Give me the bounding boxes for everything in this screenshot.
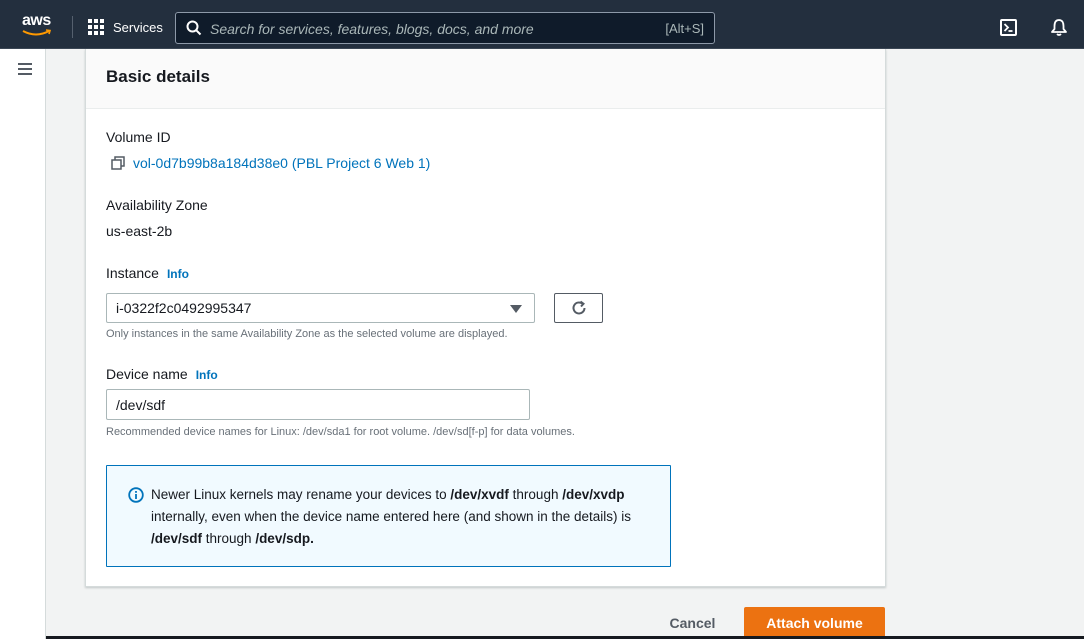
notifications-bell-icon[interactable] bbox=[1050, 18, 1068, 37]
menu-hamburger-icon[interactable] bbox=[18, 63, 32, 75]
nav-divider bbox=[72, 16, 73, 38]
instance-select[interactable]: i-0322f2c0492995347 bbox=[106, 293, 535, 323]
device-name-label-text: Device name bbox=[106, 366, 188, 382]
cancel-button[interactable]: Cancel bbox=[660, 608, 725, 638]
volume-id-link[interactable]: vol-0d7b99b8a184d38e0 (PBL Project 6 Web… bbox=[111, 155, 430, 171]
search-input[interactable] bbox=[210, 19, 650, 39]
copy-icon[interactable] bbox=[111, 156, 125, 170]
device-name-label: Device name Info bbox=[106, 366, 218, 382]
volume-id-value[interactable]: vol-0d7b99b8a184d38e0 (PBL Project 6 Web… bbox=[133, 155, 430, 171]
basic-details-container: Basic details Volume ID vol-0d7b99b8a184… bbox=[85, 49, 886, 587]
alert-message: Newer Linux kernels may rename your devi… bbox=[151, 487, 632, 546]
caret-down-icon bbox=[510, 305, 522, 313]
search-icon bbox=[186, 20, 202, 36]
search-shortcut: [Alt+S] bbox=[665, 21, 704, 36]
info-icon bbox=[128, 487, 144, 503]
device-name-hint: Recommended device names for Linux: /dev… bbox=[106, 426, 575, 438]
volume-id-label: Volume ID bbox=[106, 129, 171, 145]
instance-select-value: i-0322f2c0492995347 bbox=[116, 300, 252, 316]
device-name-input[interactable] bbox=[106, 389, 530, 420]
aws-logo-text: aws bbox=[22, 12, 51, 29]
services-label: Services bbox=[113, 19, 163, 35]
services-menu-button[interactable]: Services bbox=[88, 17, 163, 37]
device-name-info-link[interactable]: Info bbox=[196, 368, 218, 382]
availability-zone-value: us-east-2b bbox=[106, 223, 173, 239]
info-alert: Newer Linux kernels may rename your devi… bbox=[106, 465, 671, 567]
services-grid-icon bbox=[88, 19, 104, 35]
refresh-icon bbox=[572, 300, 585, 315]
aws-logo[interactable]: aws bbox=[22, 12, 56, 38]
container-title: Basic details bbox=[106, 67, 210, 86]
container-header: Basic details bbox=[86, 49, 885, 109]
instance-label-text: Instance bbox=[106, 265, 159, 281]
availability-zone-label: Availability Zone bbox=[106, 197, 208, 213]
instance-label: Instance Info bbox=[106, 265, 189, 281]
aws-smile-icon bbox=[22, 29, 52, 36]
instance-info-link[interactable]: Info bbox=[167, 267, 189, 281]
refresh-instances-button[interactable] bbox=[554, 293, 603, 323]
side-navigation-rail bbox=[0, 49, 46, 639]
search-bar[interactable]: [Alt+S] bbox=[175, 12, 715, 44]
cloudshell-icon[interactable] bbox=[1000, 19, 1017, 36]
top-navigation: aws Services [Alt+S] bbox=[0, 0, 1084, 49]
instance-hint: Only instances in the same Availability … bbox=[106, 328, 508, 340]
attach-volume-button[interactable]: Attach volume bbox=[744, 607, 885, 639]
